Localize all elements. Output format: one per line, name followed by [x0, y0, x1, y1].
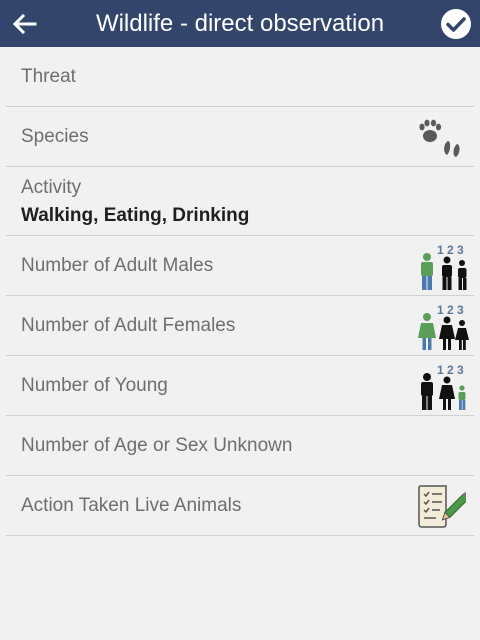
field-label: Number of Adult Males: [21, 255, 214, 276]
field-age-sex-unknown[interactable]: Number of Age or Sex Unknown: [6, 416, 474, 476]
field-value: Walking, Eating, Drinking: [21, 205, 250, 226]
field-action-taken[interactable]: Action Taken Live Animals: [6, 476, 474, 536]
field-activity[interactable]: Activity Walking, Eating, Drinking: [6, 167, 474, 236]
field-label: Number of Young: [21, 375, 168, 396]
field-adult-males[interactable]: Number of Adult Males 1 2 3: [6, 236, 474, 296]
confirm-check-icon[interactable]: [440, 8, 472, 40]
counter-digits: 1 2 3: [437, 363, 464, 377]
adult-females-count-icon: 1 2 3: [418, 303, 469, 350]
field-young[interactable]: Number of Young 1 2 3: [6, 356, 474, 416]
young-count-icon: 1 2 3: [421, 363, 466, 410]
field-label: Action Taken Live Animals: [21, 495, 242, 516]
field-threat[interactable]: Threat: [6, 47, 474, 107]
field-label: Species: [21, 126, 89, 147]
field-species[interactable]: Species: [6, 107, 474, 167]
field-label: Threat: [21, 66, 76, 87]
paw-prints-icon: [419, 119, 460, 157]
field-label: Number of Adult Females: [21, 315, 236, 336]
form-field-list: Threat Species Activity Walking, Eating,…: [0, 47, 480, 536]
field-label: Number of Age or Sex Unknown: [21, 435, 293, 456]
app-bar: Wildlife - direct observation: [0, 0, 480, 47]
field-adult-females[interactable]: Number of Adult Females 1 2 3: [6, 296, 474, 356]
counter-digits: 1 2 3: [437, 243, 464, 257]
page-title: Wildlife - direct observation: [95, 10, 385, 37]
counter-digits: 1 2 3: [437, 303, 464, 317]
checklist-form-icon: [418, 485, 466, 528]
field-label: Activity: [21, 177, 82, 198]
adult-males-count-icon: 1 2 3: [421, 243, 467, 290]
